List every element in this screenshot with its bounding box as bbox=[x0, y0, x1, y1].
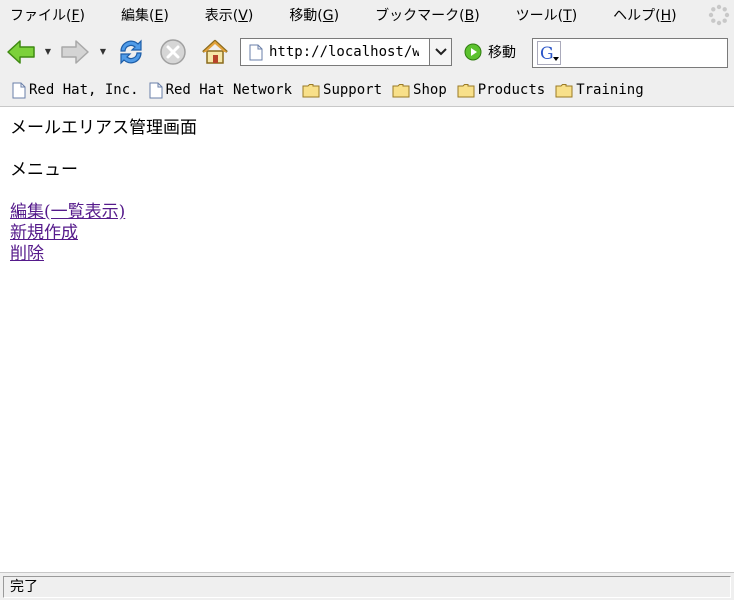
reload-button[interactable] bbox=[114, 36, 148, 68]
stop-icon bbox=[160, 39, 186, 65]
stop-button[interactable] bbox=[156, 36, 190, 68]
menu-view[interactable]: 表示(V) bbox=[195, 5, 254, 25]
go-button[interactable]: 移動 bbox=[464, 40, 516, 64]
page-icon bbox=[149, 82, 163, 98]
menu-view-label: 表示( bbox=[204, 8, 239, 24]
menu-tools-key: T bbox=[563, 8, 572, 24]
bookmark-label: Shop bbox=[413, 82, 447, 98]
menu-bookmarks-key: B bbox=[464, 8, 475, 24]
page-icon bbox=[249, 44, 263, 60]
bookmark-label: Support bbox=[323, 82, 383, 98]
url-input[interactable] bbox=[269, 44, 419, 60]
forward-arrow-icon bbox=[61, 40, 89, 64]
reload-icon bbox=[120, 39, 142, 65]
back-button[interactable] bbox=[4, 36, 38, 68]
menu-view-suffix: ) bbox=[247, 8, 254, 24]
menu-heading: メニュー bbox=[10, 160, 78, 180]
search-engine-icon[interactable]: G bbox=[537, 41, 561, 65]
url-bar[interactable] bbox=[240, 38, 452, 66]
menu-view-key: V bbox=[238, 8, 248, 24]
home-icon bbox=[202, 39, 228, 64]
svg-text:G: G bbox=[540, 44, 554, 63]
menu-bookmarks-suffix: ) bbox=[474, 8, 480, 24]
search-box[interactable]: G bbox=[532, 38, 734, 68]
status-bar: 完了 bbox=[0, 572, 734, 600]
menu-bookmarks[interactable]: ブックマーク(B) bbox=[365, 5, 480, 25]
url-history-dropdown[interactable] bbox=[429, 39, 451, 65]
menu-help-suffix: ) bbox=[671, 8, 677, 24]
bookmark-label: Red Hat Network bbox=[165, 82, 293, 98]
folder-icon bbox=[555, 83, 573, 97]
menu-bookmarks-label: ブックマーク( bbox=[375, 8, 465, 24]
create-new-link[interactable]: 新規作成 bbox=[10, 223, 724, 244]
folder-icon bbox=[392, 83, 410, 97]
navigation-toolbar: ▼ ▼ http://localhost/w 移動 G bbox=[0, 30, 734, 74]
go-icon bbox=[464, 43, 482, 61]
bookmark-red-hat-inc[interactable]: Red Hat, Inc. bbox=[12, 82, 139, 99]
home-button[interactable] bbox=[198, 36, 232, 68]
menu-edit[interactable]: 編集(E) bbox=[111, 5, 169, 25]
bookmark-folder-products[interactable]: Products bbox=[457, 82, 545, 98]
menu-file[interactable]: ファイル(F) bbox=[0, 5, 85, 25]
page-content: メールエリアス管理画面 メニュー 編集(一覧表示) 新規作成 削除 bbox=[0, 108, 734, 572]
bookmark-folder-support[interactable]: Support bbox=[302, 82, 382, 98]
bookmark-label: Training bbox=[576, 82, 644, 98]
menu-go-key: G bbox=[322, 8, 334, 24]
menu-bar: ファイル(F) 編集(E) 表示(V) 移動(G) ブックマーク(B) ツール(… bbox=[0, 0, 734, 30]
status-text: 完了 bbox=[3, 576, 731, 598]
menu-edit-key: E bbox=[154, 8, 164, 24]
back-arrow-icon bbox=[7, 40, 35, 64]
bookmark-folder-shop[interactable]: Shop bbox=[392, 82, 447, 98]
menu-tools-label: ツール( bbox=[515, 8, 564, 24]
menu-file-key: F bbox=[71, 8, 80, 24]
bookmark-label: Products bbox=[477, 82, 546, 98]
page-title: メールエリアス管理画面 bbox=[10, 118, 197, 138]
bookmarks-toolbar: Red Hat, Inc. Red Hat Network Support Sh… bbox=[0, 74, 734, 107]
menu-help-label: ヘルプ( bbox=[613, 8, 661, 24]
menu-help[interactable]: ヘルプ(H) bbox=[603, 5, 676, 25]
menu-go-suffix: ) bbox=[333, 8, 340, 24]
menu-tools[interactable]: ツール(T) bbox=[506, 5, 578, 25]
folder-icon bbox=[457, 83, 475, 97]
menu-go-label: 移動( bbox=[289, 8, 323, 24]
bookmark-red-hat-network[interactable]: Red Hat Network bbox=[149, 82, 292, 99]
menu-edit-label: 編集( bbox=[121, 8, 155, 24]
search-input[interactable] bbox=[565, 45, 734, 61]
throbber-icon bbox=[708, 4, 730, 26]
menu-file-label: ファイル( bbox=[10, 8, 72, 24]
menu-tools-suffix: ) bbox=[571, 8, 578, 24]
delete-link[interactable]: 削除 bbox=[10, 244, 724, 265]
menu-links: 編集(一覧表示) 新規作成 削除 bbox=[10, 202, 724, 265]
go-label: 移動 bbox=[488, 45, 516, 61]
page-icon bbox=[12, 82, 26, 98]
chevron-down-icon bbox=[434, 48, 447, 56]
bookmark-folder-training[interactable]: Training bbox=[555, 82, 644, 98]
back-history-dropdown[interactable]: ▼ bbox=[43, 48, 53, 56]
menu-file-suffix: ) bbox=[79, 8, 85, 24]
forward-button[interactable] bbox=[58, 36, 92, 68]
bookmark-label: Red Hat, Inc. bbox=[29, 82, 139, 98]
menu-help-key: H bbox=[660, 8, 672, 24]
edit-list-link[interactable]: 編集(一覧表示) bbox=[10, 202, 724, 223]
menu-go[interactable]: 移動(G) bbox=[279, 5, 339, 25]
folder-icon bbox=[302, 83, 320, 97]
forward-history-dropdown[interactable]: ▼ bbox=[98, 48, 108, 56]
menu-edit-suffix: ) bbox=[163, 8, 169, 24]
